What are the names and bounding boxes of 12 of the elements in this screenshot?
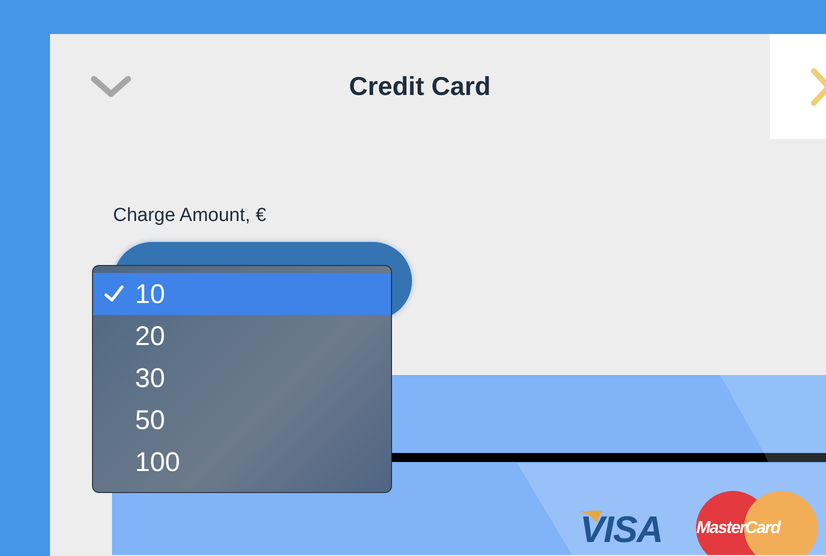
visa-logo: VISA: [580, 508, 662, 548]
menu-item[interactable]: 50: [93, 399, 391, 441]
menu-item[interactable]: 30: [93, 357, 391, 399]
menu-item[interactable]: 20: [93, 315, 391, 357]
chevron-right-icon[interactable]: [810, 66, 826, 108]
next-tab[interactable]: [770, 34, 826, 139]
field-label: Charge Amount, €: [113, 205, 266, 227]
checkmark-icon: [104, 285, 124, 303]
chevron-down-icon[interactable]: [90, 74, 132, 98]
menu-item[interactable]: 10: [93, 273, 391, 315]
menu-item[interactable]: 100: [93, 441, 391, 483]
page-title: Credit Card: [349, 71, 491, 102]
